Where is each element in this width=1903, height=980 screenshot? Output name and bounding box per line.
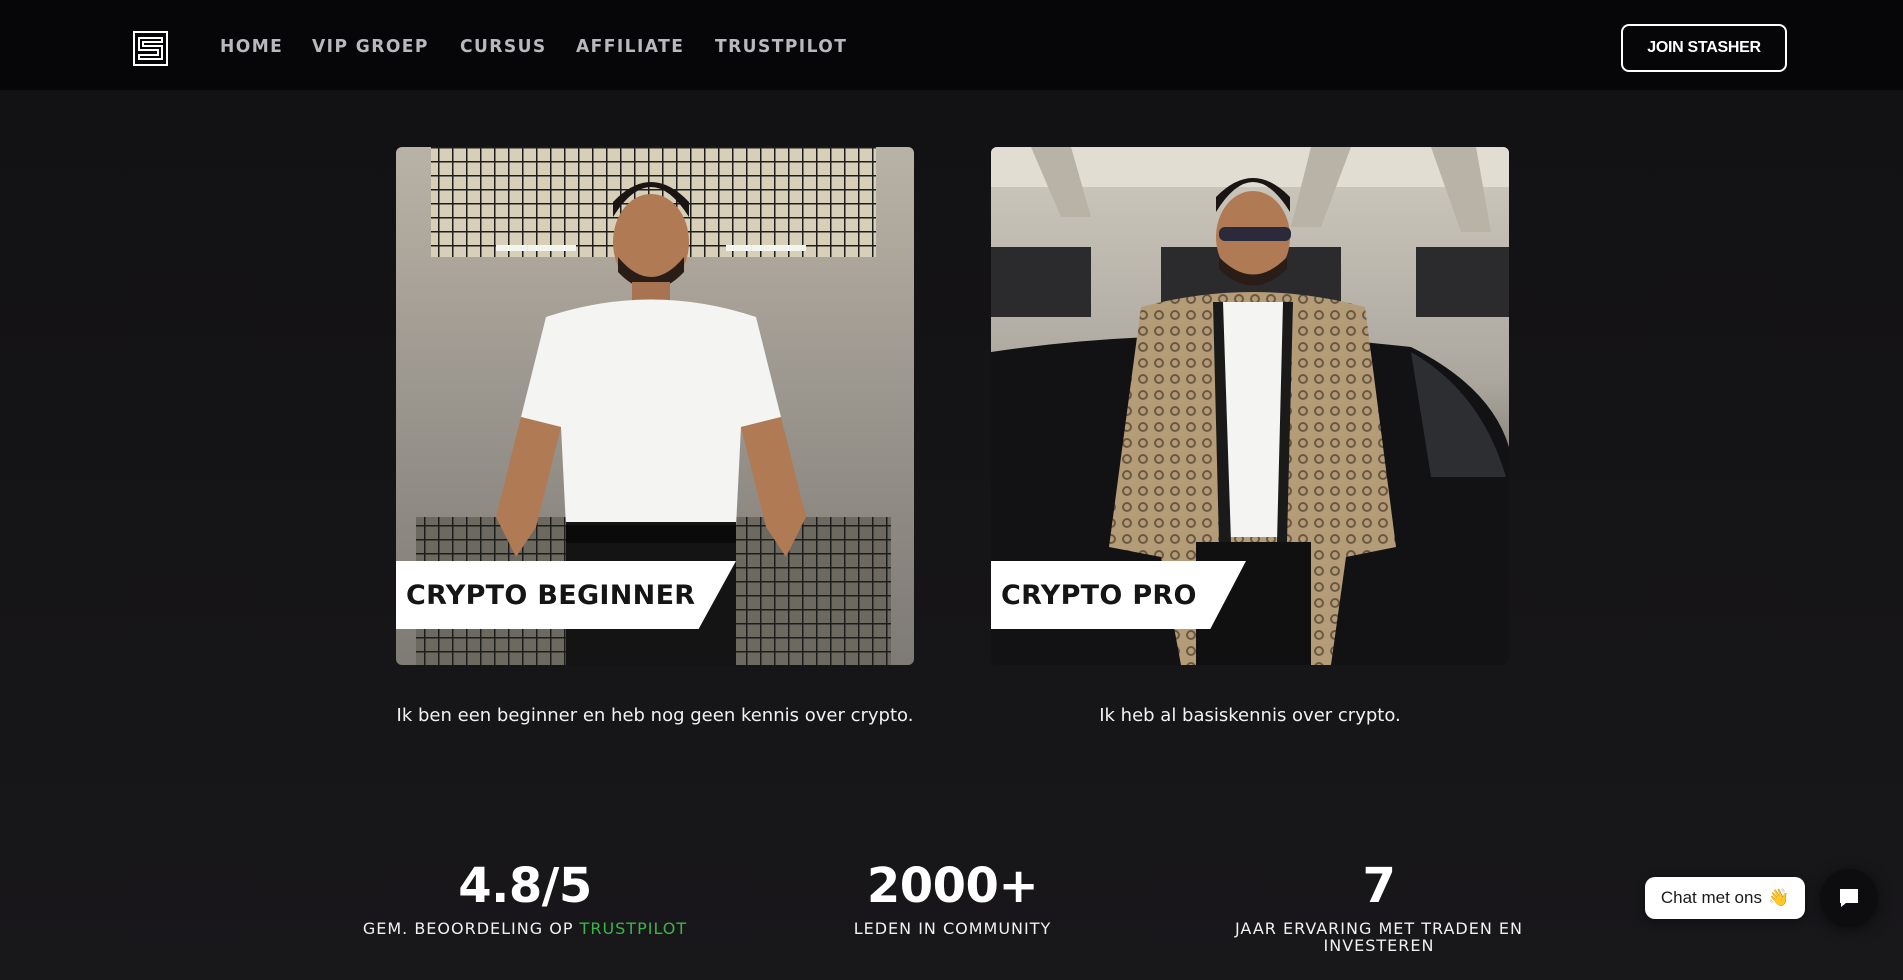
chat-bubble-text: Chat met ons: [1660, 888, 1762, 907]
card-title-banner: CRYPTO PRO: [991, 561, 1246, 629]
stat-label: JAAR ERVARING MET TRADEN EN INVESTEREN: [1234, 919, 1523, 955]
chat-launcher-button[interactable]: [1820, 869, 1878, 927]
chat-icon: [1840, 889, 1858, 907]
crypto-pro-card[interactable]: CRYPTO PRO: [991, 147, 1509, 665]
stat-label: LEDEN IN COMMUNITY: [853, 919, 1052, 938]
nav-home[interactable]: HOME: [220, 36, 283, 58]
stat-rating: 4.8/5 GEM. BEOORDELING OP TRUSTPILOT: [330, 860, 720, 937]
chat-greeting-bubble[interactable]: Chat met ons 👋: [1645, 877, 1805, 919]
stat-label-prefix: GEM. BEOORDELING OP: [362, 919, 580, 938]
card-title: CRYPTO PRO: [1001, 580, 1197, 611]
stat-value: 2000+: [866, 858, 1039, 914]
card-title: CRYPTO BEGINNER: [406, 580, 696, 611]
stat-value: 7: [1362, 858, 1396, 914]
top-navbar: HOME VIP GROEP CURSUS AFFILIATE TRUSTPIL…: [0, 0, 1903, 90]
nav-affiliate[interactable]: AFFILIATE: [576, 36, 684, 58]
stasher-logo-icon[interactable]: [133, 31, 168, 66]
main-nav: HOME VIP GROEP CURSUS AFFILIATE TRUSTPIL…: [220, 36, 854, 58]
stat-experience: 7 JAAR ERVARING MET TRADEN EN INVESTEREN: [1198, 860, 1560, 954]
nav-vip-groep[interactable]: VIP GROEP: [312, 36, 429, 58]
join-stasher-button[interactable]: JOIN STASHER: [1621, 24, 1787, 72]
nav-cursus[interactable]: CURSUS: [460, 36, 547, 58]
nav-trustpilot[interactable]: TRUSTPILOT: [715, 36, 847, 58]
card-title-banner: CRYPTO BEGINNER: [396, 561, 736, 629]
crypto-pro-description: Ik heb al basiskennis over crypto.: [1099, 705, 1401, 726]
crypto-beginner-card[interactable]: CRYPTO BEGINNER: [396, 147, 914, 665]
crypto-beginner-description: Ik ben een beginner en heb nog geen kenn…: [396, 705, 914, 726]
trustpilot-link[interactable]: TRUSTPILOT: [580, 919, 688, 938]
stat-community: 2000+ LEDEN IN COMMUNITY: [800, 860, 1105, 937]
waving-hand-icon: 👋: [1767, 888, 1790, 907]
stat-label: GEM. BEOORDELING OP TRUSTPILOT: [330, 920, 720, 937]
stat-value: 4.8/5: [458, 858, 592, 914]
